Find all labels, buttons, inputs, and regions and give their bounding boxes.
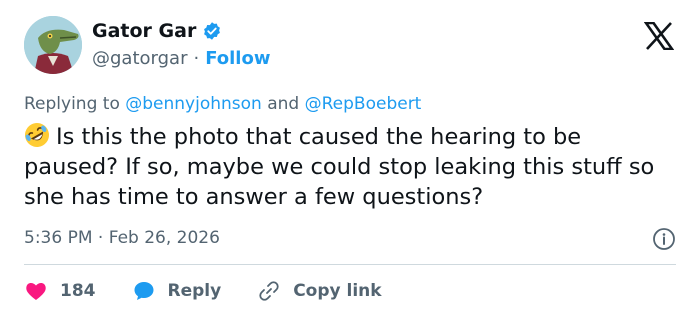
- action-bar: 184 Reply Copy link: [24, 278, 418, 304]
- tweet-timestamp[interactable]: 5:36 PM · Feb 26, 2026: [24, 228, 220, 248]
- reply-button[interactable]: Reply: [132, 279, 222, 303]
- avatar[interactable]: [24, 16, 82, 74]
- verified-badge-icon: [204, 22, 221, 40]
- mention-link-bennyjohnson[interactable]: @bennyjohnson: [125, 94, 262, 114]
- reply-bubble-icon: [134, 282, 153, 300]
- author-display-name[interactable]: Gator Gar: [92, 20, 196, 42]
- reply-label: Reply: [167, 281, 222, 301]
- reply-prefix: Replying to: [24, 94, 120, 114]
- rolling-laughing-emoji-icon: [25, 123, 49, 147]
- tweet-time[interactable]: 5:36 PM: [24, 228, 93, 248]
- divider: [24, 264, 676, 265]
- info-icon[interactable]: [652, 227, 676, 251]
- tweet-date[interactable]: Feb 26, 2026: [109, 228, 220, 248]
- handle-separator: ·: [193, 48, 200, 69]
- link-icon: [259, 281, 279, 301]
- author-name-row[interactable]: Gator Gar: [92, 20, 222, 42]
- like-button[interactable]: 184: [24, 279, 96, 303]
- x-logo-icon[interactable]: [644, 22, 674, 50]
- mention-link-repboebert[interactable]: @RepBoebert: [305, 94, 422, 114]
- avatar-image: [24, 16, 82, 74]
- timestamp-separator: ·: [97, 228, 104, 248]
- author-handle[interactable]: @gatorgar: [92, 48, 187, 69]
- author-handle-row: @gatorgar · Follow: [92, 48, 270, 69]
- reply-context: Replying to @bennyjohnson and @RepBoeber…: [24, 94, 421, 114]
- tweet-text: Is this the photo that caused the hearin…: [24, 122, 674, 212]
- like-count: 184: [60, 281, 96, 301]
- heart-icon: [26, 282, 46, 300]
- reply-conjunction: and: [267, 94, 300, 114]
- copy-link-label: Copy link: [293, 281, 382, 301]
- copy-link-button[interactable]: Copy link: [257, 279, 382, 303]
- tweet-body: Is this the photo that caused the hearin…: [24, 124, 655, 210]
- follow-button[interactable]: Follow: [205, 48, 270, 69]
